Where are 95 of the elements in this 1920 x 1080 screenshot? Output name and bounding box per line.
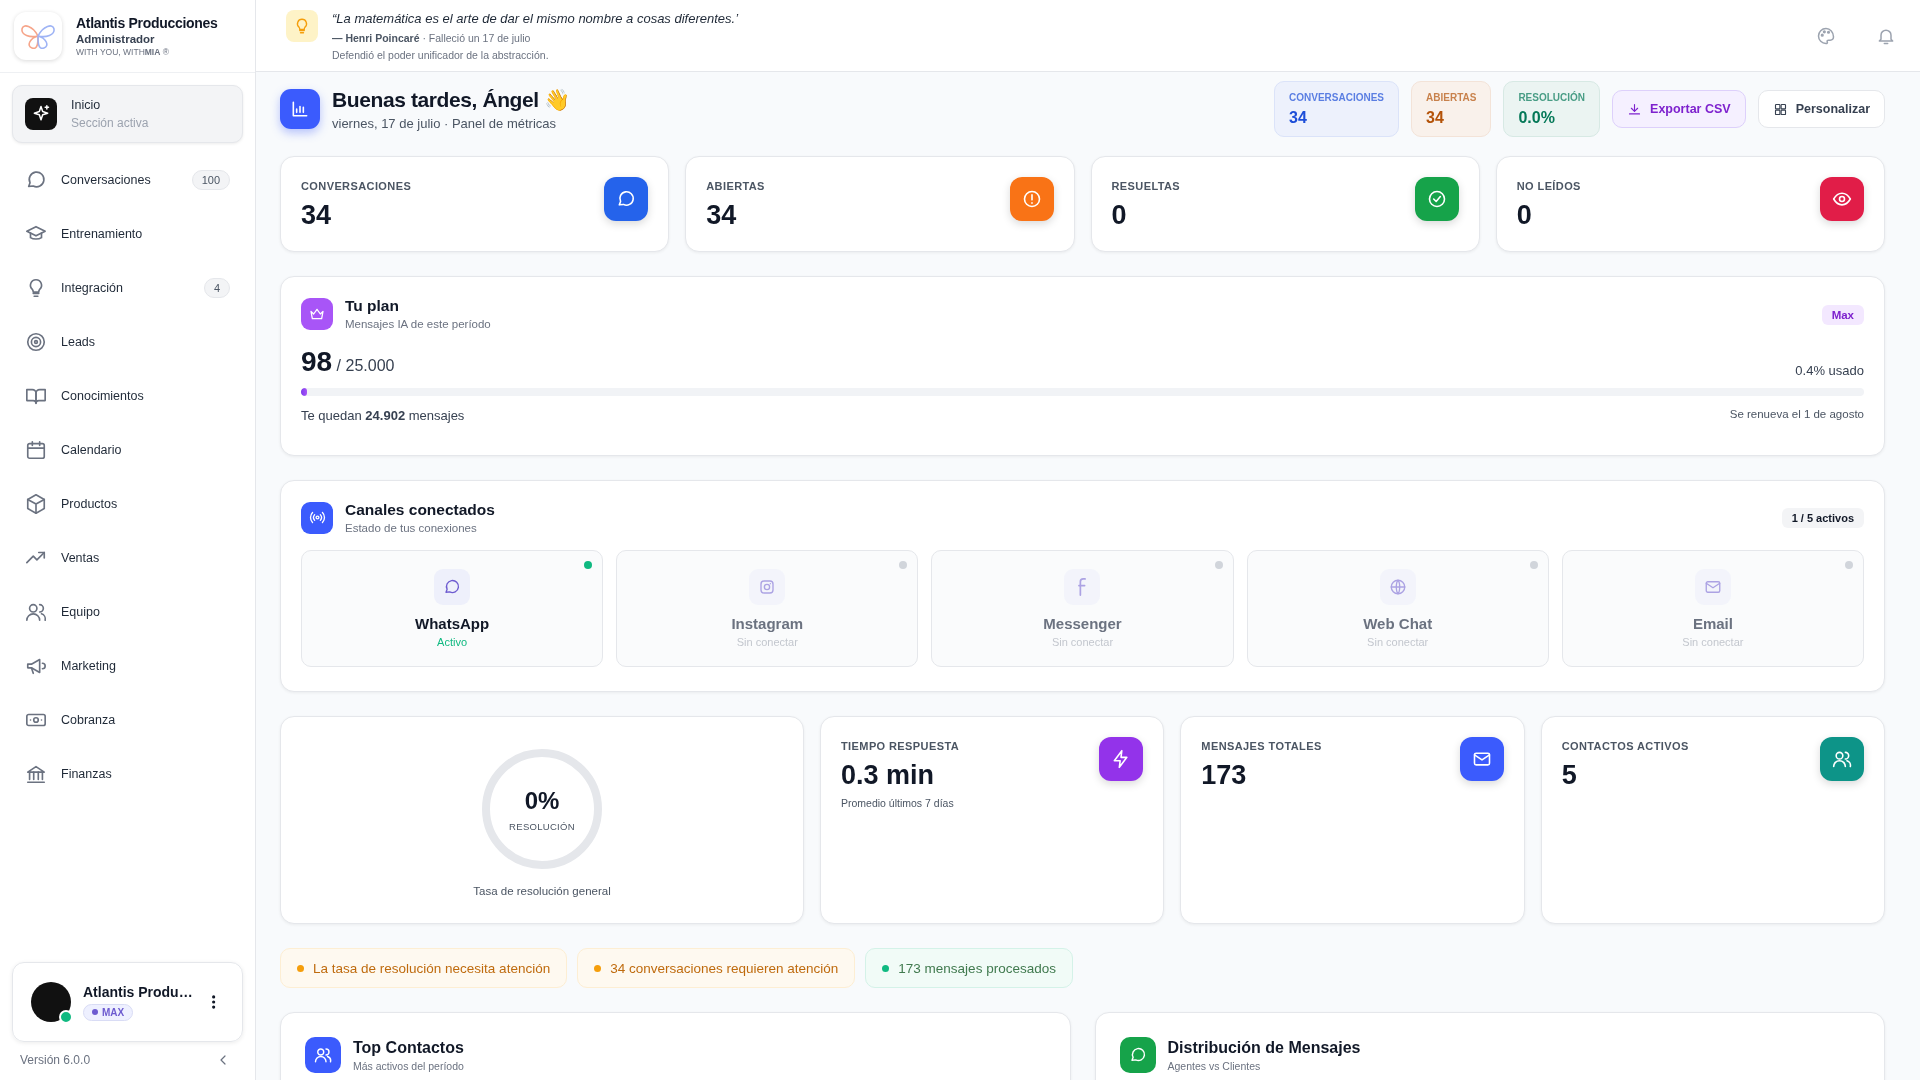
chat-bubble-icon bbox=[25, 169, 47, 191]
nav-item[interactable]: Leads bbox=[12, 319, 243, 365]
stat-value: 34 bbox=[301, 200, 333, 231]
customize-button[interactable]: Personalizar bbox=[1757, 90, 1885, 128]
calendar-icon bbox=[25, 439, 47, 461]
section-subtitle: Mensajes IA de este período bbox=[345, 318, 492, 330]
plan-badge: MAX bbox=[83, 1003, 134, 1021]
stat-value: 0 bbox=[1111, 200, 1128, 231]
nav-item[interactable]: Finanzas bbox=[12, 751, 243, 797]
channel-name: Email bbox=[1692, 615, 1733, 632]
greeting-title: Buenas tardes, Ángel 👋 bbox=[332, 87, 571, 112]
sparkle-tile-icon bbox=[25, 98, 57, 130]
metric-label: MENSAJES TOTALES bbox=[1201, 740, 1322, 752]
export-button[interactable]: Exportar CSV bbox=[1612, 90, 1746, 128]
grid-icon bbox=[1772, 101, 1788, 117]
stat-value: 34 bbox=[706, 200, 738, 231]
nav-item[interactable]: Cobranza bbox=[12, 697, 243, 743]
profile-name: Atlantis Produ… bbox=[83, 983, 193, 1000]
download-icon bbox=[1627, 101, 1643, 117]
stat-value: 0 bbox=[1516, 200, 1533, 231]
count-badge: 100 bbox=[191, 170, 230, 190]
nav-item[interactable]: Entrenamiento bbox=[12, 211, 243, 257]
people-icon bbox=[25, 601, 47, 623]
channel-name: WhatsApp bbox=[415, 615, 490, 632]
alert-pill: 34 conversaciones requieren atención bbox=[577, 948, 856, 988]
metric-note: Promedio últimos 7 días bbox=[841, 797, 955, 809]
letter-f-icon bbox=[1078, 578, 1087, 596]
panel-title: Distribución de Mensajes bbox=[1167, 1038, 1362, 1057]
bar-chart-tile-icon bbox=[280, 89, 320, 129]
section-subtitle: Estado de tus conexiones bbox=[345, 522, 478, 534]
nav-item[interactable]: Productos bbox=[12, 481, 243, 527]
stat-label: RESUELTAS bbox=[1111, 180, 1181, 192]
chat-bubble-icon bbox=[443, 578, 462, 596]
count-badge: 4 bbox=[203, 278, 230, 298]
version-label: Versión 6.0.0 bbox=[20, 1053, 91, 1067]
nav-item[interactable]: Ventas bbox=[12, 535, 243, 581]
metric-label: CONTACTOS ACTIVOS bbox=[1561, 740, 1689, 752]
butterfly-logo bbox=[14, 12, 62, 60]
channel-tile[interactable]: WhatsApp Activo bbox=[301, 550, 604, 667]
profile-card[interactable]: Atlantis Produ… MAX bbox=[12, 962, 243, 1042]
usage-percent: 0.4% usado bbox=[1795, 363, 1864, 378]
panel-subtitle: Más activos del período bbox=[353, 1059, 465, 1072]
renewal-text: Se renueva el 1 de agosto bbox=[1729, 408, 1864, 422]
lightbulb-tile-icon bbox=[286, 10, 318, 42]
nav-item[interactable]: Inicio Sección activa bbox=[12, 85, 243, 143]
remaining-text: Te quedan 24.902 mensajes bbox=[301, 408, 465, 423]
broadcast-tile-icon bbox=[301, 501, 333, 534]
nav-item[interactable]: Equipo bbox=[12, 589, 243, 635]
palette-icon[interactable] bbox=[1816, 25, 1836, 46]
panel-subtitle: Agentes vs Clientes bbox=[1167, 1059, 1262, 1072]
channel-status: Activo bbox=[437, 636, 468, 648]
tagline: WITH YOU, WITHMIA ® bbox=[76, 47, 170, 57]
channel-name: Instagram bbox=[731, 615, 804, 632]
alert-pill: 173 mensajes procesados bbox=[865, 948, 1073, 988]
summary-chip: ABIERTAS 34 bbox=[1411, 81, 1492, 137]
resolution-value: 0% bbox=[524, 786, 560, 815]
nav-item[interactable]: Calendario bbox=[12, 427, 243, 473]
panel-title: Top Contactos bbox=[353, 1038, 465, 1057]
resolution-label: RESOLUCIÓN bbox=[509, 820, 575, 832]
channel-name: Web Chat bbox=[1363, 615, 1433, 632]
bank-icon bbox=[25, 763, 47, 785]
channel-name: Messenger bbox=[1043, 615, 1122, 632]
date-subtitle: viernes, 17 de julio · Panel de métricas bbox=[332, 115, 557, 131]
globe-icon bbox=[1388, 578, 1407, 596]
user-role: Administrador bbox=[76, 33, 156, 45]
section-title: Canales conectados bbox=[345, 501, 496, 519]
nav-item[interactable]: Conocimientos bbox=[12, 373, 243, 419]
metric-label: TIEMPO RESPUESTA bbox=[841, 740, 960, 752]
company-name: Atlantis Producciones bbox=[76, 15, 218, 31]
nav-item[interactable]: Marketing bbox=[12, 643, 243, 689]
camera-icon bbox=[758, 578, 777, 596]
usage-count: 98/ 25.000 bbox=[301, 346, 395, 378]
summary-chip: RESOLUCIÓN 0.0% bbox=[1503, 81, 1601, 137]
resolution-caption: Tasa de resolución general bbox=[473, 885, 611, 897]
metric-value: 0.3 min bbox=[841, 760, 936, 791]
summary-chip: CONVERSACIONES 34 bbox=[1274, 81, 1399, 137]
metric-value: 5 bbox=[1561, 760, 1578, 791]
crown-tile-icon bbox=[301, 297, 333, 330]
quote-note: Defendió el poder unificador de la abstracción. bbox=[332, 48, 550, 61]
quote-byline: — Henri Poincaré · Falleció un 17 de julio bbox=[332, 31, 532, 44]
stat-label: ABIERTAS bbox=[706, 180, 765, 192]
nav-item[interactable]: Integración 4 bbox=[12, 265, 243, 311]
active-count-badge: 1 / 5 activos bbox=[1781, 507, 1864, 528]
nav-item[interactable]: Conversaciones 100 bbox=[12, 157, 243, 203]
stat-label: CONVERSACIONES bbox=[301, 180, 412, 192]
section-title: Tu plan bbox=[345, 297, 400, 315]
avatar bbox=[31, 982, 71, 1022]
metric-value: 173 bbox=[1201, 760, 1248, 791]
quote-text: “La matemática es el arte de dar el mismo nombre a cosas diferentes.’ bbox=[332, 10, 740, 26]
alert-pill: La tasa de resolución necesita atención bbox=[280, 948, 568, 988]
stat-label: NO LEÍDOS bbox=[1516, 180, 1581, 192]
box-icon bbox=[25, 493, 47, 515]
envelope-icon bbox=[1703, 578, 1722, 596]
target-icon bbox=[25, 331, 47, 353]
plan-badge: Max bbox=[1821, 305, 1864, 325]
